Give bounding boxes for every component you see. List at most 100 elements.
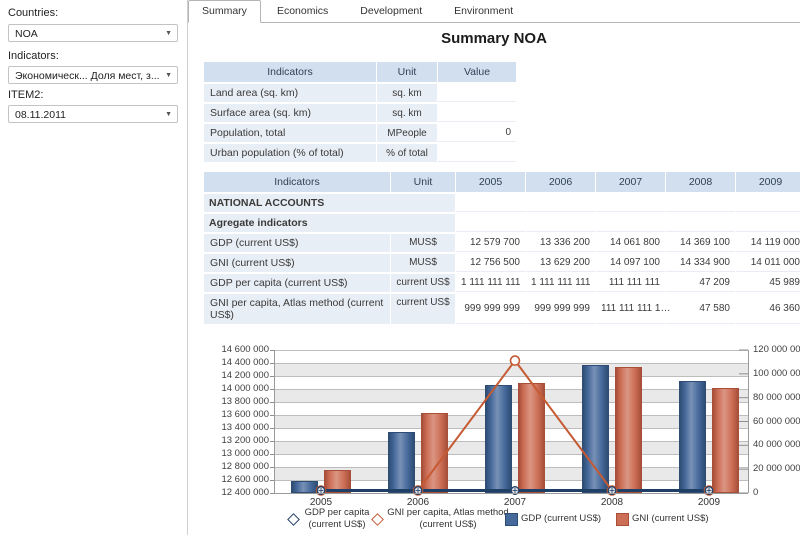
item2-label: ITEM2:	[8, 89, 43, 101]
column-header: Value	[438, 62, 516, 82]
left-axis-tick	[270, 415, 274, 416]
bottom-axis-line	[274, 493, 748, 494]
value-cell	[666, 194, 735, 212]
countries-dropdown[interactable]: NOA ▼	[8, 24, 178, 42]
gni-per-capita-marker	[608, 486, 617, 495]
tab-development[interactable]: Development	[344, 1, 438, 22]
value-cell: 14 334 900	[666, 254, 735, 272]
left-axis-tick	[270, 376, 274, 377]
legend-square-icon	[505, 513, 518, 526]
indicator-cell: GNI per capita, Atlas method (current US…	[204, 294, 390, 324]
x-axis-label: 2006	[388, 497, 448, 508]
app-window: Countries: NOA ▼ Indicators: Экономическ…	[0, 0, 800, 535]
line-series-overlay	[274, 350, 748, 493]
column-header: 2008	[666, 172, 735, 192]
left-axis-tick-label: 14 600 000	[196, 345, 269, 355]
left-axis-tick	[270, 428, 274, 429]
gdp-per-capita-marker	[608, 487, 616, 495]
x-axis-label: 2008	[582, 497, 642, 508]
table-row: GDP per capita (current US$)current US$1…	[204, 274, 800, 292]
table-row: GNI per capita, Atlas method (current US…	[204, 294, 800, 324]
column-header: 2005	[456, 172, 525, 192]
bar-gni-2006	[421, 413, 448, 493]
value-cell: 999 999 999	[526, 294, 595, 324]
unit-cell: sq. km	[377, 104, 437, 122]
legend-diamond-icon	[371, 513, 384, 526]
value-cell: 47 209	[666, 274, 735, 292]
left-axis-tick	[270, 441, 274, 442]
indicators-label: Indicators:	[8, 50, 59, 62]
value-cell: 14 011 000	[736, 254, 800, 272]
left-axis-tick-label: 13 600 000	[196, 410, 269, 420]
tab-economics[interactable]: Economics	[261, 1, 344, 22]
indicator-cell: GNI (current US$)	[204, 254, 390, 272]
bar-gni-2005	[324, 470, 351, 493]
value-cell: 14 061 800	[596, 234, 665, 252]
column-header: 2006	[526, 172, 595, 192]
table-row: Urban population (% of total)% of total	[204, 144, 516, 162]
countries-label: Countries:	[8, 7, 58, 19]
section-cell: Agregate indicators	[204, 214, 455, 232]
chevron-down-icon: ▼	[165, 106, 172, 124]
table-row: Population, totalMPeople0	[204, 124, 516, 142]
value-cell	[526, 214, 595, 232]
section-cell: NATIONAL ACCOUNTS	[204, 194, 455, 212]
item2-dropdown-value: 08.11.2011	[15, 106, 163, 124]
left-axis-tick	[270, 402, 274, 403]
left-axis-tick-label: 13 200 000	[196, 436, 269, 446]
column-header: 2007	[596, 172, 665, 192]
unit-cell: % of total	[377, 144, 437, 162]
value-cell	[666, 214, 735, 232]
value-cell: 0	[438, 124, 516, 142]
tab-summary[interactable]: Summary	[188, 0, 261, 23]
value-cell: 13 629 200	[526, 254, 595, 272]
indicator-cell: Urban population (% of total)	[204, 144, 376, 162]
indicator-cell: GDP per capita (current US$)	[204, 274, 390, 292]
value-cell	[438, 144, 516, 162]
value-cell: 13 336 200	[526, 234, 595, 252]
unit-cell: MUS$	[391, 234, 455, 252]
right-axis-tick-label: 80 000 000	[753, 393, 800, 403]
x-axis-label: 2005	[291, 497, 351, 508]
table-row: Agregate indicators	[204, 214, 800, 232]
column-header: 2009	[736, 172, 800, 192]
value-cell: 1 111 111 111	[456, 274, 525, 292]
tab-environment[interactable]: Environment	[438, 1, 529, 22]
gni-per-capita-marker	[317, 486, 326, 495]
legend-square-icon	[616, 513, 629, 526]
sidebar: Countries: NOA ▼ Indicators: Экономическ…	[0, 0, 187, 535]
value-cell	[736, 194, 800, 212]
indicators-dropdown[interactable]: Экономическ... Доля мест, з... (1374) ▼	[8, 66, 178, 84]
right-axis-tick-label: 60 000 000	[753, 417, 800, 427]
column-header: Indicators	[204, 172, 390, 192]
right-axis-line	[748, 350, 749, 493]
item2-dropdown[interactable]: 08.11.2011 ▼	[8, 105, 178, 123]
gdp-per-capita-marker	[414, 487, 422, 495]
indicator-cell: Surface area (sq. km)	[204, 104, 376, 122]
left-axis-tick-label: 14 200 000	[196, 371, 269, 381]
table-row: Surface area (sq. km)sq. km	[204, 104, 516, 122]
column-header: Unit	[377, 62, 437, 82]
right-axis-tick-label: 120 000 000	[753, 345, 800, 355]
indicators-dropdown-value: Экономическ... Доля мест, з... (1374)	[15, 67, 163, 85]
right-axis-tick-label: 40 000 000	[753, 440, 800, 450]
value-cell: 46 360	[736, 294, 800, 324]
table-row: GNI (current US$)MUS$12 756 50013 629 20…	[204, 254, 800, 272]
tab-strip: SummaryEconomicsDevelopmentEnvironment	[188, 0, 800, 23]
gdp-per-capita-marker	[705, 487, 713, 495]
value-cell	[736, 214, 800, 232]
value-cell: 14 097 100	[596, 254, 665, 272]
gdp-per-capita-marker	[317, 487, 325, 495]
value-cell	[526, 194, 595, 212]
plot-area	[274, 350, 748, 493]
bar-gni-2007	[518, 383, 545, 493]
left-axis-tick-label: 12 600 000	[196, 475, 269, 485]
table-row: NATIONAL ACCOUNTS	[204, 194, 800, 212]
left-axis-tick-label: 14 400 000	[196, 358, 269, 368]
chevron-down-icon: ▼	[165, 67, 172, 85]
value-cell	[456, 194, 525, 212]
left-axis-tick	[270, 467, 274, 468]
main-panel: SummaryEconomicsDevelopmentEnvironment S…	[187, 0, 800, 535]
value-cell: 12 756 500	[456, 254, 525, 272]
legend-label: GDP per capita(current US$)	[301, 507, 373, 531]
